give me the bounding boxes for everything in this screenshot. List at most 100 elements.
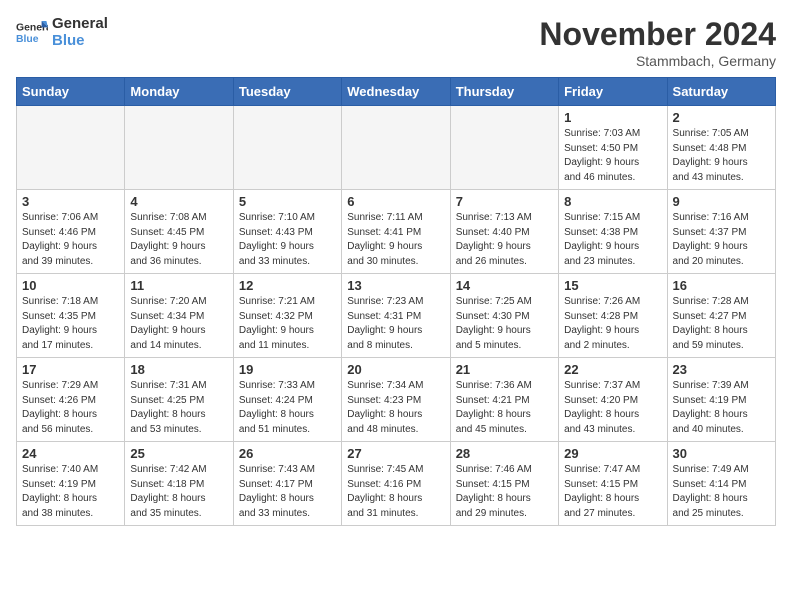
day-info: Sunrise: 7:36 AM Sunset: 4:21 PM Dayligh… [456, 379, 553, 437]
day-number: 25 [130, 446, 227, 461]
day-number: 2 [673, 110, 770, 125]
day-info: Sunrise: 7:34 AM Sunset: 4:23 PM Dayligh… [347, 379, 444, 437]
day-number: 28 [456, 446, 553, 461]
day-info: Sunrise: 7:08 AM Sunset: 4:45 PM Dayligh… [130, 211, 227, 269]
calendar-cell: 6 Sunrise: 7:11 AM Sunset: 4:41 PM Daylig… [342, 190, 450, 274]
day-info: Sunrise: 7:29 AM Sunset: 4:26 PM Dayligh… [22, 379, 119, 437]
calendar-cell: 3 Sunrise: 7:06 AM Sunset: 4:46 PM Daylig… [17, 190, 125, 274]
calendar-cell: 9Sunrise: 7:16 AM Sunset: 4:37 PM Daylig… [667, 190, 775, 274]
day-number: 21 [456, 362, 553, 377]
calendar-cell: 2Sunrise: 7:05 AM Sunset: 4:48 PM Daylig… [667, 106, 775, 190]
calendar-cell: 24Sunrise: 7:40 AM Sunset: 4:19 PM Dayli… [17, 442, 125, 526]
day-info: Sunrise: 7:11 AM Sunset: 4:41 PM Dayligh… [347, 211, 444, 269]
day-info: Sunrise: 7:21 AM Sunset: 4:32 PM Dayligh… [239, 295, 336, 353]
calendar-cell: 19 Sunrise: 7:33 AM Sunset: 4:24 PM Dayli… [233, 358, 341, 442]
day-number: 12 [239, 278, 336, 293]
day-info: Sunrise: 7:49 AM Sunset: 4:14 PM Dayligh… [673, 463, 770, 521]
day-info: Sunrise: 7:43 AM Sunset: 4:17 PM Dayligh… [239, 463, 336, 521]
calendar-cell: 28Sunrise: 7:46 AM Sunset: 4:15 PM Dayli… [450, 442, 558, 526]
day-number: 10 [22, 278, 119, 293]
calendar-week-3: 10 Sunrise: 7:18 AM Sunset: 4:35 PM Dayli… [17, 274, 776, 358]
calendar-cell: 21 Sunrise: 7:36 AM Sunset: 4:21 PM Dayli… [450, 358, 558, 442]
day-header-thursday: Thursday [450, 78, 558, 106]
calendar-cell [342, 106, 450, 190]
day-number: 19 [239, 362, 336, 377]
calendar-cell: 12 Sunrise: 7:21 AM Sunset: 4:32 PM Dayli… [233, 274, 341, 358]
calendar-cell: 25 Sunrise: 7:42 AM Sunset: 4:18 PM Dayli… [125, 442, 233, 526]
calendar-header-row: SundayMondayTuesdayWednesdayThursdayFrid… [17, 78, 776, 106]
day-header-saturday: Saturday [667, 78, 775, 106]
day-number: 17 [22, 362, 119, 377]
day-info: Sunrise: 7:15 AM Sunset: 4:38 PM Dayligh… [564, 211, 661, 269]
calendar-cell: 13Sunrise: 7:23 AM Sunset: 4:31 PM Dayli… [342, 274, 450, 358]
calendar-cell: 1Sunrise: 7:03 AM Sunset: 4:50 PM Daylig… [559, 106, 667, 190]
day-number: 26 [239, 446, 336, 461]
day-info: Sunrise: 7:45 AM Sunset: 4:16 PM Dayligh… [347, 463, 444, 521]
calendar-week-1: 1Sunrise: 7:03 AM Sunset: 4:50 PM Daylig… [17, 106, 776, 190]
calendar-cell [17, 106, 125, 190]
day-info: Sunrise: 7:06 AM Sunset: 4:46 PM Dayligh… [22, 211, 119, 269]
day-number: 3 [22, 194, 119, 209]
calendar-table: SundayMondayTuesdayWednesdayThursdayFrid… [16, 77, 776, 526]
calendar-cell: 5 Sunrise: 7:10 AM Sunset: 4:43 PM Daylig… [233, 190, 341, 274]
day-header-wednesday: Wednesday [342, 78, 450, 106]
day-info: Sunrise: 7:42 AM Sunset: 4:18 PM Dayligh… [130, 463, 227, 521]
calendar-cell: 29Sunrise: 7:47 AM Sunset: 4:15 PM Dayli… [559, 442, 667, 526]
day-number: 5 [239, 194, 336, 209]
location-subtitle: Stammbach, Germany [539, 53, 776, 69]
day-number: 6 [347, 194, 444, 209]
day-info: Sunrise: 7:18 AM Sunset: 4:35 PM Dayligh… [22, 295, 119, 353]
day-info: Sunrise: 7:23 AM Sunset: 4:31 PM Dayligh… [347, 295, 444, 353]
title-block: November 2024 Stammbach, Germany [539, 16, 776, 69]
month-title: November 2024 [539, 16, 776, 53]
logo-icon: General Blue [16, 19, 48, 47]
calendar-cell: 10 Sunrise: 7:18 AM Sunset: 4:35 PM Dayli… [17, 274, 125, 358]
calendar-cell [125, 106, 233, 190]
day-info: Sunrise: 7:33 AM Sunset: 4:24 PM Dayligh… [239, 379, 336, 437]
day-number: 4 [130, 194, 227, 209]
logo: General Blue General Blue [16, 16, 108, 49]
svg-text:Blue: Blue [16, 33, 39, 44]
calendar-cell [233, 106, 341, 190]
day-header-friday: Friday [559, 78, 667, 106]
calendar-cell: 11Sunrise: 7:20 AM Sunset: 4:34 PM Dayli… [125, 274, 233, 358]
day-number: 23 [673, 362, 770, 377]
day-info: Sunrise: 7:26 AM Sunset: 4:28 PM Dayligh… [564, 295, 661, 353]
calendar-cell: 4 Sunrise: 7:08 AM Sunset: 4:45 PM Daylig… [125, 190, 233, 274]
day-info: Sunrise: 7:37 AM Sunset: 4:20 PM Dayligh… [564, 379, 661, 437]
day-info: Sunrise: 7:03 AM Sunset: 4:50 PM Dayligh… [564, 127, 661, 185]
day-info: Sunrise: 7:13 AM Sunset: 4:40 PM Dayligh… [456, 211, 553, 269]
day-info: Sunrise: 7:39 AM Sunset: 4:19 PM Dayligh… [673, 379, 770, 437]
day-number: 11 [130, 278, 227, 293]
day-number: 20 [347, 362, 444, 377]
day-info: Sunrise: 7:40 AM Sunset: 4:19 PM Dayligh… [22, 463, 119, 521]
day-header-tuesday: Tuesday [233, 78, 341, 106]
day-number: 9 [673, 194, 770, 209]
calendar-cell: 23 Sunrise: 7:39 AM Sunset: 4:19 PM Dayli… [667, 358, 775, 442]
day-number: 27 [347, 446, 444, 461]
calendar-week-5: 24Sunrise: 7:40 AM Sunset: 4:19 PM Dayli… [17, 442, 776, 526]
calendar-cell: 30 Sunrise: 7:49 AM Sunset: 4:14 PM Dayli… [667, 442, 775, 526]
day-header-sunday: Sunday [17, 78, 125, 106]
calendar-cell: 17 Sunrise: 7:29 AM Sunset: 4:26 PM Dayli… [17, 358, 125, 442]
calendar-week-4: 17 Sunrise: 7:29 AM Sunset: 4:26 PM Dayli… [17, 358, 776, 442]
day-info: Sunrise: 7:28 AM Sunset: 4:27 PM Dayligh… [673, 295, 770, 353]
logo-name: General Blue [52, 16, 108, 49]
day-number: 29 [564, 446, 661, 461]
day-number: 15 [564, 278, 661, 293]
calendar-cell: 20 Sunrise: 7:34 AM Sunset: 4:23 PM Dayli… [342, 358, 450, 442]
day-number: 30 [673, 446, 770, 461]
calendar-cell: 16Sunrise: 7:28 AM Sunset: 4:27 PM Dayli… [667, 274, 775, 358]
day-number: 8 [564, 194, 661, 209]
day-number: 14 [456, 278, 553, 293]
calendar-cell: 18 Sunrise: 7:31 AM Sunset: 4:25 PM Dayli… [125, 358, 233, 442]
day-info: Sunrise: 7:10 AM Sunset: 4:43 PM Dayligh… [239, 211, 336, 269]
page-header: General Blue General Blue November 2024 … [16, 16, 776, 69]
day-info: Sunrise: 7:31 AM Sunset: 4:25 PM Dayligh… [130, 379, 227, 437]
calendar-cell: 14Sunrise: 7:25 AM Sunset: 4:30 PM Dayli… [450, 274, 558, 358]
day-number: 18 [130, 362, 227, 377]
calendar-cell: 27 Sunrise: 7:45 AM Sunset: 4:16 PM Dayli… [342, 442, 450, 526]
calendar-cell: 22 Sunrise: 7:37 AM Sunset: 4:20 PM Dayli… [559, 358, 667, 442]
calendar-body: 1Sunrise: 7:03 AM Sunset: 4:50 PM Daylig… [17, 106, 776, 526]
day-number: 22 [564, 362, 661, 377]
